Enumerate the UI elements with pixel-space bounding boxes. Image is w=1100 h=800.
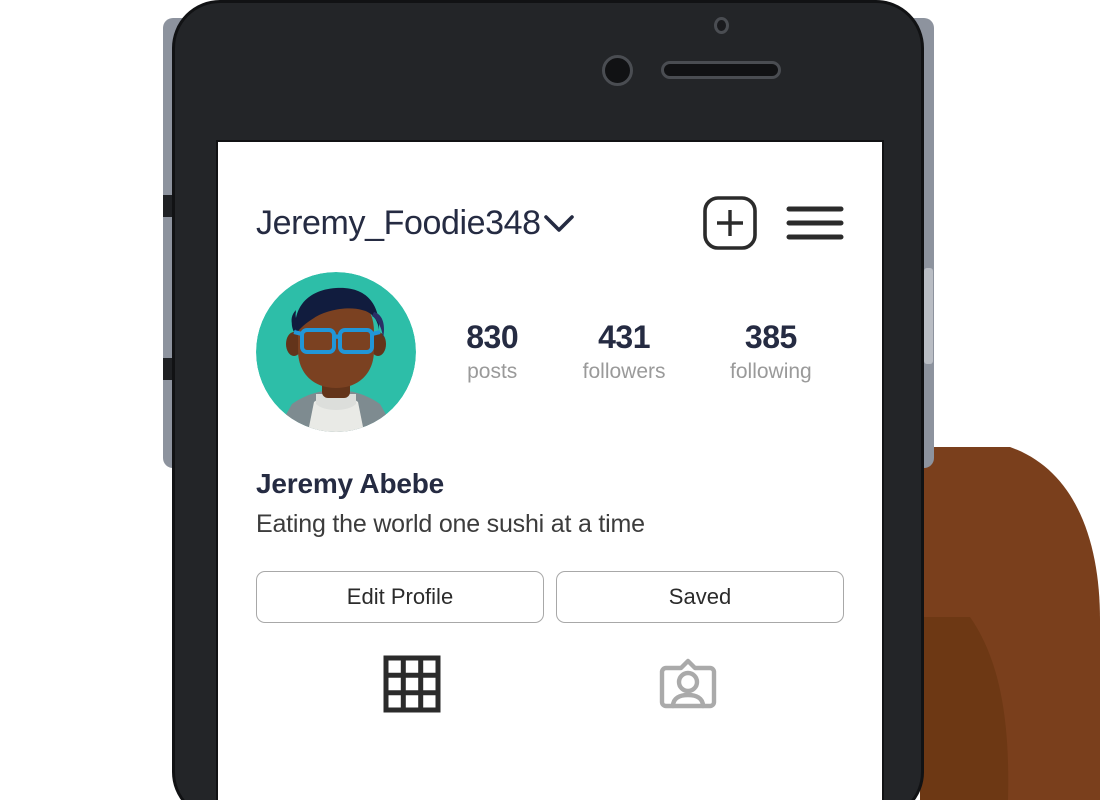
profile-full-name: Jeremy Abebe — [256, 468, 444, 499]
profile-stats: 830 posts 431 followers 385 following — [416, 320, 844, 383]
stat-posts[interactable]: 830 posts — [466, 320, 518, 383]
profile-action-row: Edit Profile Saved — [256, 571, 844, 623]
username-label[interactable]: Jeremy_Foodie348 — [256, 204, 541, 243]
front-camera-icon — [602, 55, 633, 86]
profile-avatar[interactable] — [256, 272, 416, 432]
tab-tagged[interactable] — [659, 655, 717, 713]
profile-tab-row — [256, 655, 844, 713]
profile-header-row: 830 posts 431 followers 385 following — [256, 272, 844, 432]
stat-posts-value: 830 — [466, 319, 519, 356]
profile-bio-text: Eating the world one sushi at a time — [256, 510, 645, 538]
stat-posts-label: posts — [467, 359, 518, 383]
stat-following[interactable]: 385 following — [730, 320, 812, 383]
grid-icon — [383, 655, 441, 713]
earpiece-speaker-icon — [661, 61, 781, 79]
tagged-photos-icon — [659, 658, 717, 709]
stat-following-label: following — [730, 359, 812, 383]
profile-topbar: Jeremy_Foodie348 — [256, 142, 844, 251]
phone-screen: Jeremy_Foodie348 830 posts 431 followers… — [216, 140, 884, 800]
stat-followers-label: followers — [582, 359, 666, 383]
stat-followers[interactable]: 431 followers — [583, 320, 666, 383]
screenshot-canvas: Jeremy_Foodie348 830 posts 431 followers… — [0, 0, 1100, 800]
hamburger-menu-icon[interactable] — [786, 202, 844, 244]
stat-followers-value: 431 — [598, 319, 651, 356]
saved-button[interactable]: Saved — [556, 571, 844, 623]
profile-bio-block: Jeremy Abebe Eating the world one sushi … — [256, 468, 844, 539]
power-button[interactable] — [924, 268, 933, 364]
stat-following-value: 385 — [744, 319, 797, 356]
chevron-down-icon[interactable] — [542, 210, 576, 236]
proximity-sensor-icon — [714, 17, 729, 34]
tab-grid[interactable] — [383, 655, 441, 713]
plus-square-icon[interactable] — [702, 195, 758, 251]
edit-profile-button[interactable]: Edit Profile — [256, 571, 544, 623]
